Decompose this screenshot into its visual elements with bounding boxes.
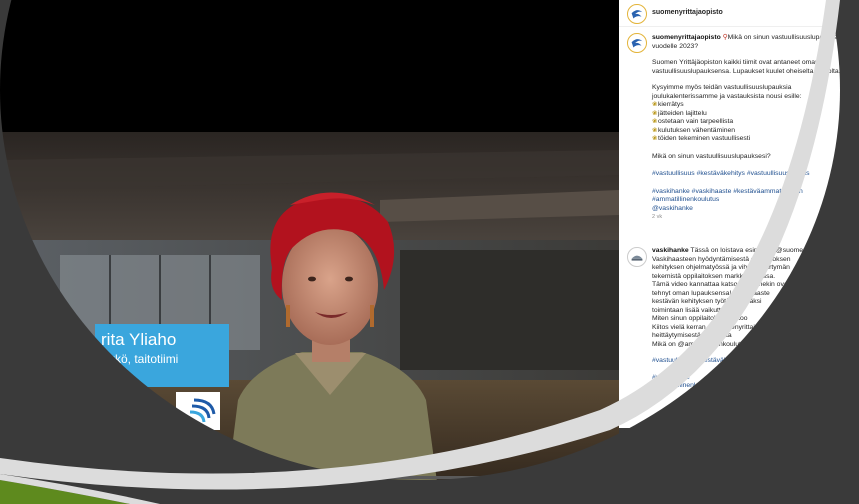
- logo-icon: [189, 398, 216, 423]
- avatar[interactable]: [627, 247, 647, 267]
- list-item: ❀jätteiden lajittelu: [652, 109, 707, 117]
- hashtags[interactable]: #ammatillinenkoulutus: [652, 382, 845, 391]
- comment-line: kehityksen ohjelmatyössä ja vihreän siir…: [652, 264, 790, 271]
- screenshot-stage: rita Yliaho llikkö, taitotiimi suomenyri…: [0, 0, 859, 504]
- comment-line: Tämä video kannattaa katsoa, sillä hekin…: [652, 281, 790, 288]
- caption-line: joulukalenterissamme ja vastauksista nou…: [652, 92, 802, 100]
- list-item: ❀ostetaan vain tarpeellista: [652, 118, 734, 125]
- instagram-post-panel: suomenyrittajaopisto suomenyrittajaopist…: [619, 0, 859, 428]
- list-item: ❀kulutuksen vähentäminen: [652, 126, 736, 134]
- presenter-role: llikkö, taitotiimi: [101, 352, 179, 366]
- lower-third-caption: rita Yliaho llikkö, taitotiimi: [95, 324, 229, 387]
- comment-line: Mikä on @ammatillinenkoulutus: [652, 340, 749, 348]
- caption: suomenyrittajaopisto ⚲Mikä on sinun vast…: [652, 34, 842, 222]
- hashtags[interactable]: #ammatillinenkoulutus: [652, 196, 842, 205]
- hashtags[interactable]: #vastuullisuus #kestäväkehitys: [652, 357, 845, 366]
- presenter-name: rita Yliaho: [101, 330, 177, 349]
- caption-line: vuodelle 2023?: [652, 42, 699, 50]
- caption-username[interactable]: suomenyrittajaopisto: [652, 34, 721, 41]
- list-item: ❀töiden tekeminen vastuullisesti: [652, 135, 751, 142]
- comment: vaskihanke Tässä on loistava esimerkki @…: [652, 247, 845, 391]
- hashtags[interactable]: #vaskihanke: [652, 374, 845, 383]
- comment-line: Kiitos vielä kerran @suomenyrittajaopist…: [652, 323, 777, 331]
- caption-line: Suomen Yrittäjäopiston kaikki tiimit ova…: [652, 59, 819, 66]
- comment-line: heittäytymisestä ja upeista: [652, 332, 732, 339]
- caption-line: Mikä on sinun vastuullisuuslupauksesi: [727, 34, 843, 41]
- comment-line: Vaskihaasteen hyödyntämisestä oppilaitok…: [652, 255, 791, 263]
- comment-line: Tässä on loistava esimerkki @suomenyritt…: [690, 247, 846, 254]
- video-progress-fill: [0, 476, 260, 479]
- logo-card: [176, 392, 220, 430]
- comment-line: kestävän kehityksen työtä näkyväksi: [652, 298, 762, 305]
- video-letterbox: [0, 0, 619, 132]
- mention-link[interactable]: @vaskihanke: [652, 205, 842, 214]
- video-player[interactable]: rita Yliaho llikkö, taitotiimi: [0, 0, 619, 504]
- brand-logo-icon: [631, 39, 643, 48]
- brand-logo-icon: [631, 10, 643, 19]
- dark-wall: [400, 250, 619, 370]
- caption-line: vastuullisuuslupauksensa. Lupaukset kuul…: [652, 67, 841, 75]
- list-item: ❀kierrätys: [652, 101, 684, 108]
- comment-line: tehnyt oman lupauksensa! Vaskihaaste: [652, 289, 770, 297]
- caption-line: Kysyimme myös teidän vastuullisuuslupauk…: [652, 84, 792, 91]
- comment-line: Miten sinun oppilaitoksesi aikoo: [652, 315, 748, 322]
- comment-username[interactable]: vaskihanke: [652, 247, 689, 254]
- post-time[interactable]: 2 vk: [652, 213, 842, 222]
- hashtags[interactable]: #vastuullisuus #kestäväkehitys #vastuull…: [652, 170, 842, 179]
- divider: [619, 26, 859, 27]
- comment-line: tekemistä oppilaitoksen markkinoinnissa.: [652, 272, 776, 280]
- hashtags[interactable]: #vaskihanke #vaskihaaste #kestäväammatti…: [652, 188, 842, 197]
- comment-line: toimintaan lisää vaikuttavuutta: [652, 306, 744, 314]
- avatar[interactable]: [627, 33, 647, 53]
- vaski-logo-icon: [631, 255, 643, 261]
- caption-line: Mikä on sinun vastuullisuuslupauksesi?: [652, 152, 771, 160]
- header-username[interactable]: suomenyrittajaopisto: [652, 9, 723, 18]
- avatar[interactable]: [627, 4, 647, 24]
